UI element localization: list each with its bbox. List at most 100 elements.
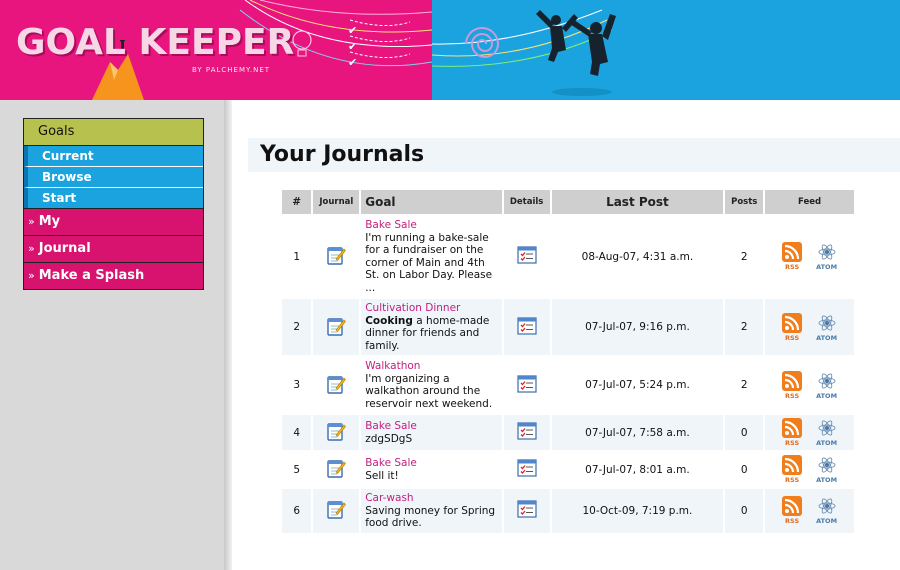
chevron-right-icon: » bbox=[28, 269, 35, 282]
goal-title-link[interactable]: Bake Sale bbox=[365, 420, 498, 433]
feed-cell: RSS ATOM bbox=[765, 489, 854, 533]
goal-description: Saving money for Spring food drive. bbox=[365, 504, 496, 530]
table-row: 1 Bake Sale I'm running a bake-sale for … bbox=[282, 216, 854, 297]
atom-icon bbox=[818, 314, 836, 331]
details-list-icon[interactable] bbox=[517, 422, 537, 440]
atom-feed-link[interactable]: ATOM bbox=[816, 455, 837, 484]
posts-count-cell: 2 bbox=[725, 357, 764, 413]
details-list-icon[interactable] bbox=[517, 500, 537, 518]
atom-label: ATOM bbox=[816, 517, 838, 526]
row-number: 1 bbox=[282, 216, 312, 297]
nav-item-my[interactable]: » My bbox=[24, 208, 203, 235]
row-number: 6 bbox=[282, 489, 312, 533]
nav-item-label: Browse bbox=[42, 170, 92, 184]
goal-title-link[interactable]: Cultivation Dinner bbox=[365, 302, 498, 315]
goal-title-link[interactable]: Bake Sale bbox=[365, 219, 498, 232]
nav-item-label: Start bbox=[42, 191, 77, 205]
checkmark-icon: ✔ bbox=[348, 56, 358, 69]
journal-cell bbox=[313, 299, 360, 355]
goal-cell: Car-wash Saving money for Spring food dr… bbox=[361, 489, 502, 533]
details-list-icon[interactable] bbox=[517, 316, 537, 335]
notepad-check-icon[interactable] bbox=[326, 421, 347, 441]
journal-cell bbox=[313, 452, 360, 487]
atom-feed-link[interactable]: ATOM bbox=[816, 313, 837, 342]
atom-feed-link[interactable]: ATOM bbox=[816, 371, 837, 400]
rss-icon bbox=[782, 242, 803, 262]
nav-goals-label: Goals bbox=[38, 124, 75, 139]
posts-count-cell: 0 bbox=[725, 415, 764, 450]
row-number: 2 bbox=[282, 299, 312, 355]
nav-item-browse[interactable]: Browse bbox=[24, 167, 203, 188]
last-post-cell: 08-Aug-07, 4:31 a.m. bbox=[551, 216, 724, 297]
table-row: 4 Bake Sale zdgSDgS 07-Jul-07, 7:58 a.m.… bbox=[282, 415, 854, 450]
notepad-check-icon[interactable] bbox=[326, 374, 347, 394]
atom-label: ATOM bbox=[816, 439, 838, 447]
details-cell bbox=[503, 357, 550, 413]
rss-label: RSS bbox=[785, 517, 800, 526]
nav-item-start[interactable]: Start bbox=[24, 188, 203, 208]
posts-count-cell: 2 bbox=[725, 216, 764, 297]
nav-goals-header[interactable]: Goals bbox=[24, 119, 203, 146]
rss-feed-link[interactable]: RSS bbox=[782, 242, 803, 271]
last-post-cell: 07-Jul-07, 7:58 a.m. bbox=[551, 415, 724, 450]
logo-text: GOAL KEEPER bbox=[16, 22, 295, 63]
details-cell bbox=[503, 415, 550, 450]
last-post-cell: 07-Jul-07, 9:16 p.m. bbox=[551, 299, 724, 355]
nav-item-make-a-splash[interactable]: » Make a Splash bbox=[24, 262, 203, 289]
goal-cell: Bake Sale I'm running a bake-sale for a … bbox=[361, 216, 502, 297]
last-post-cell: 07-Jul-07, 8:01 a.m. bbox=[551, 452, 724, 487]
chevron-right-icon: » bbox=[28, 242, 35, 255]
details-list-icon[interactable] bbox=[517, 374, 537, 393]
row-number: 5 bbox=[282, 452, 312, 487]
details-cell bbox=[503, 299, 550, 355]
atom-label: ATOM bbox=[816, 263, 838, 271]
details-list-icon[interactable] bbox=[517, 459, 537, 477]
nav-item-current[interactable]: Current bbox=[24, 146, 203, 167]
notepad-check-icon[interactable] bbox=[326, 499, 347, 519]
goal-title-link[interactable]: Bake Sale bbox=[365, 457, 498, 470]
rss-icon bbox=[782, 496, 803, 517]
atom-icon bbox=[818, 420, 836, 436]
header-goal: Goal bbox=[361, 190, 502, 214]
goal-title-link[interactable]: Car-wash bbox=[365, 492, 498, 505]
rss-icon bbox=[782, 370, 803, 391]
posts-count-cell: 2 bbox=[725, 299, 764, 355]
details-cell bbox=[503, 489, 550, 533]
atom-label: ATOM bbox=[816, 476, 838, 484]
feed-cell: RSS ATOM bbox=[765, 452, 854, 487]
goal-cell: Walkathon I'm organizing a walkathon aro… bbox=[361, 357, 502, 413]
rss-feed-link[interactable]: RSS bbox=[782, 455, 803, 484]
details-list-icon[interactable] bbox=[517, 246, 537, 264]
checkmark-icon: ✔ bbox=[348, 24, 358, 37]
atom-feed-link[interactable]: ATOM bbox=[816, 496, 837, 525]
rss-icon bbox=[782, 455, 803, 475]
notepad-check-icon[interactable] bbox=[326, 458, 347, 478]
journals-table: # Journal Goal Details Last Post Posts F… bbox=[280, 188, 856, 535]
rss-feed-link[interactable]: RSS bbox=[782, 496, 803, 526]
nav-item-label: Journal bbox=[38, 241, 91, 256]
nav-item-journal[interactable]: » Journal bbox=[24, 235, 203, 262]
notepad-check-icon[interactable] bbox=[326, 245, 347, 265]
rss-label: RSS bbox=[785, 439, 800, 447]
table-header-row: # Journal Goal Details Last Post Posts F… bbox=[282, 190, 854, 214]
rss-label: RSS bbox=[785, 476, 800, 484]
atom-icon bbox=[818, 244, 836, 260]
atom-feed-link[interactable]: ATOM bbox=[816, 418, 837, 447]
rss-label: RSS bbox=[785, 391, 800, 400]
rss-feed-link[interactable]: RSS bbox=[782, 418, 803, 447]
journal-cell bbox=[313, 357, 360, 413]
feed-cell: RSS ATOM bbox=[765, 415, 854, 450]
posts-count-cell: 0 bbox=[725, 489, 764, 533]
atom-feed-link[interactable]: ATOM bbox=[816, 242, 837, 271]
notepad-check-icon[interactable] bbox=[326, 316, 347, 336]
rss-feed-link[interactable]: RSS bbox=[782, 370, 803, 400]
last-post-cell: 07-Jul-07, 5:24 p.m. bbox=[551, 357, 724, 413]
rss-feed-link[interactable]: RSS bbox=[782, 312, 803, 342]
page-title: Your Journals bbox=[260, 142, 425, 167]
atom-label: ATOM bbox=[816, 391, 838, 400]
banner-pink-panel: GOAL KEEPER BY PALCHEMY.NET ✔ ✔ ✔ bbox=[0, 0, 432, 100]
rss-icon bbox=[782, 418, 803, 438]
posts-count-cell: 0 bbox=[725, 452, 764, 487]
goal-title-link[interactable]: Walkathon bbox=[365, 360, 498, 373]
nav-item-label: Current bbox=[42, 149, 94, 163]
